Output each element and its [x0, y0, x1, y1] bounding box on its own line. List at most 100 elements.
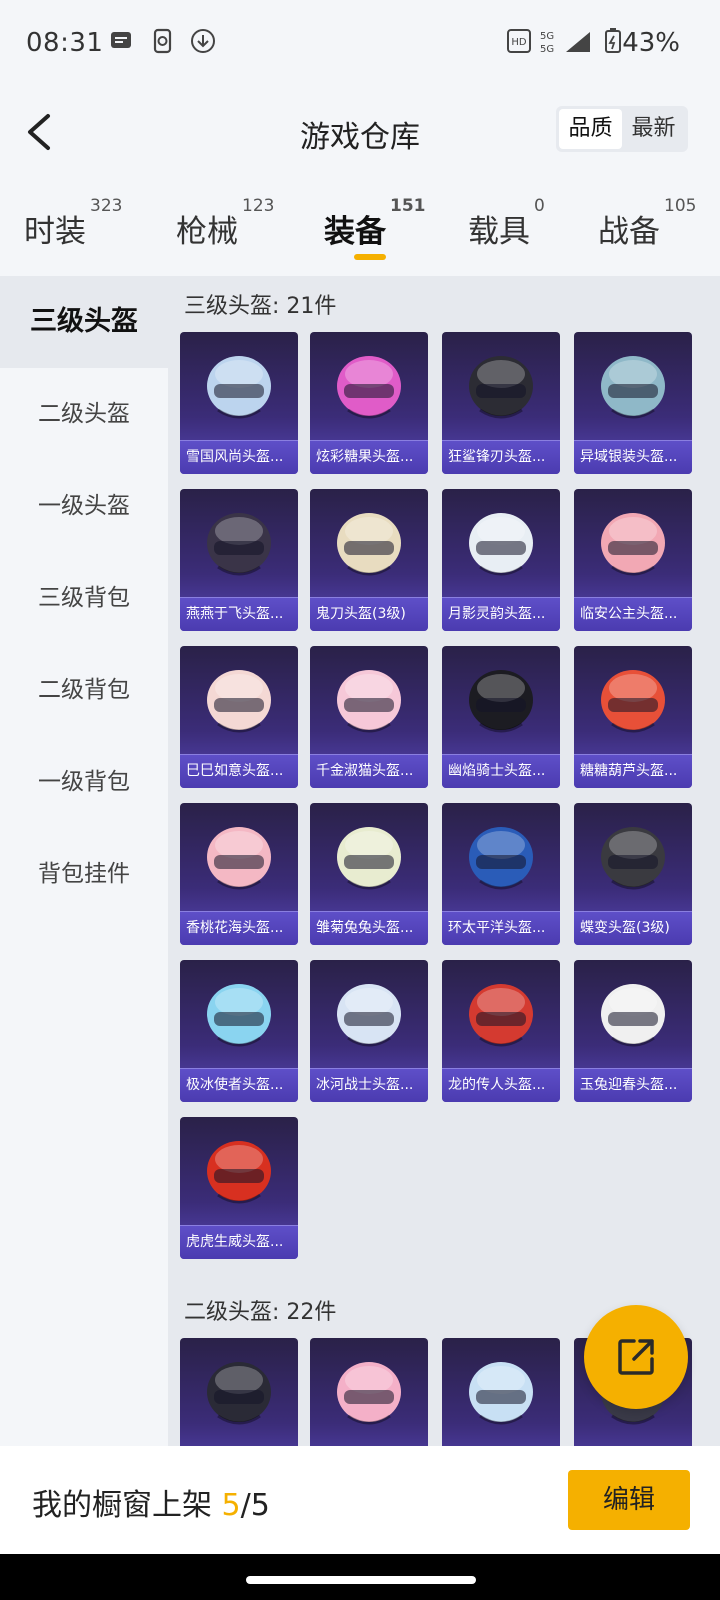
- showcase-total: /5: [240, 1488, 270, 1523]
- hd-icon: HD: [507, 29, 531, 53]
- tab-fashion[interactable]: 时装323: [24, 196, 122, 251]
- item-card[interactable]: 炫彩糖果头盔...: [310, 332, 428, 474]
- share-external-icon: [618, 1339, 654, 1375]
- item-card[interactable]: 环太平洋头盔...: [442, 803, 560, 945]
- section-title: 三级头盔: 21件: [184, 294, 337, 319]
- tab-count: 0: [534, 196, 545, 216]
- item-card[interactable]: 鬼刀头盔(3级): [310, 489, 428, 631]
- category-tabs: 时装323 枪械123 装备151 载具0 战备105: [0, 190, 720, 272]
- svg-text:5G: 5G: [540, 31, 554, 42]
- bottom-bar: 我的橱窗上架 5/5 编辑: [0, 1446, 720, 1554]
- message-icon: [111, 32, 131, 48]
- item-card[interactable]: 冰河战士头盔...: [310, 960, 428, 1102]
- item-name: 鬼刀头盔(3级): [316, 606, 406, 622]
- item-card[interactable]: 异域银装头盔...: [574, 332, 692, 474]
- edit-button[interactable]: 编辑: [568, 1470, 690, 1530]
- helmet-icon: [207, 356, 271, 419]
- helmet-icon: [601, 827, 665, 890]
- helmet-icon: [601, 984, 665, 1047]
- item-card[interactable]: 香桃花海头盔...: [180, 803, 298, 945]
- home-handle[interactable]: [246, 1576, 476, 1584]
- signal-5g-icon: 5G5G: [540, 31, 590, 54]
- item-name: 极冰使者头盔...: [186, 1077, 284, 1093]
- item-card[interactable]: 玉兔迎春头盔...: [574, 960, 692, 1102]
- helmet-icon: [207, 670, 271, 733]
- item-grid: 三级头盔: 21件雪国风尚头盔... 炫彩糖果头盔... 狂鲨锋刃头盔... 异域银装…: [168, 276, 720, 1446]
- sidebar-item-level3-backpack[interactable]: 三级背包: [0, 552, 168, 644]
- item-card[interactable]: 临安公主头盔...: [574, 489, 692, 631]
- helmet-icon: [469, 984, 533, 1047]
- helmet-icon: [469, 356, 533, 419]
- tab-supplies[interactable]: 战备105: [598, 196, 696, 251]
- helmet-icon: [207, 827, 271, 890]
- tab-count: 105: [664, 196, 697, 216]
- sidebar-item-level2-backpack[interactable]: 二级背包: [0, 644, 168, 736]
- tab-count: 323: [90, 196, 123, 216]
- item-name: 冰河战士头盔...: [316, 1077, 414, 1093]
- helmet-icon: [337, 1362, 401, 1425]
- sort-latest-button[interactable]: 最新: [622, 109, 685, 149]
- download-icon: [191, 29, 215, 53]
- tab-firearms[interactable]: 枪械123: [176, 196, 274, 251]
- item-name: 雏菊兔兔头盔...: [316, 920, 414, 936]
- item-card[interactable]: 燕燕于飞头盔...: [180, 489, 298, 631]
- helmet-icon: [337, 356, 401, 419]
- item-name: 燕燕于飞头盔...: [186, 606, 284, 622]
- sidebar-item-level1-helmet[interactable]: 一级头盔: [0, 460, 168, 552]
- showcase-current: 5: [221, 1488, 241, 1523]
- status-bar: 08:31 HD 5G 5G 43%: [0, 0, 720, 90]
- helmet-icon: [469, 1362, 533, 1425]
- sidebar-item-level1-backpack[interactable]: 一级背包: [0, 736, 168, 828]
- helmet-icon: [337, 827, 401, 890]
- item-name: 玉兔迎春头盔...: [580, 1077, 678, 1093]
- tab-count: 151: [390, 196, 426, 216]
- item-name: 异域银装头盔...: [580, 449, 678, 465]
- helmet-icon: [469, 513, 533, 576]
- helmet-icon: [601, 356, 665, 419]
- tab-count: 123: [242, 196, 275, 216]
- item-card[interactable]: 月影灵韵头盔...: [442, 489, 560, 631]
- helmet-icon: [207, 984, 271, 1047]
- helmet-icon: [337, 670, 401, 733]
- helmet-icon: [337, 984, 401, 1047]
- svg-text:5G: 5G: [540, 44, 554, 54]
- item-card[interactable]: 虎虎生威头盔...: [180, 1117, 298, 1259]
- sidebar-item-level3-helmet[interactable]: 三级头盔: [0, 276, 168, 368]
- item-card[interactable]: [310, 1338, 428, 1446]
- share-fab[interactable]: [584, 1305, 688, 1409]
- helmet-icon: [207, 1141, 271, 1204]
- item-card[interactable]: 极冰使者头盔...: [180, 960, 298, 1102]
- item-card[interactable]: 雪国风尚头盔...: [180, 332, 298, 474]
- item-name: 糖糖葫芦头盔...: [580, 763, 678, 779]
- item-name: 狂鲨锋刃头盔...: [448, 449, 546, 465]
- sidebar-item-level2-helmet[interactable]: 二级头盔: [0, 368, 168, 460]
- item-card[interactable]: 糖糖葫芦头盔...: [574, 646, 692, 788]
- svg-text:HD: HD: [511, 37, 527, 48]
- item-name: 炫彩糖果头盔...: [316, 449, 414, 465]
- item-card[interactable]: 幽焰骑士头盔...: [442, 646, 560, 788]
- tab-equipment[interactable]: 装备151: [324, 196, 426, 251]
- item-name: 蝶变头盔(3级): [580, 920, 670, 936]
- tab-indicator: [354, 254, 386, 260]
- sort-quality-button[interactable]: 品质: [559, 109, 622, 149]
- item-name: 临安公主头盔...: [580, 606, 678, 622]
- item-card[interactable]: [442, 1338, 560, 1446]
- sidebar: 三级头盔 二级头盔 一级头盔 三级背包 二级背包 一级背包 背包挂件: [0, 276, 168, 1446]
- item-card[interactable]: 雏菊兔兔头盔...: [310, 803, 428, 945]
- item-card[interactable]: [180, 1338, 298, 1446]
- header: 游戏仓库 品质 最新: [0, 90, 720, 180]
- item-card[interactable]: 龙的传人头盔...: [442, 960, 560, 1102]
- item-card[interactable]: 巳巳如意头盔...: [180, 646, 298, 788]
- item-card[interactable]: 千金淑猫头盔...: [310, 646, 428, 788]
- item-card[interactable]: 狂鲨锋刃头盔...: [442, 332, 560, 474]
- helmet-icon: [469, 827, 533, 890]
- helmet-icon: [469, 670, 533, 733]
- sort-toggle: 品质 最新: [556, 106, 688, 152]
- item-name: 幽焰骑士头盔...: [448, 763, 546, 779]
- phone-sync-icon: [153, 28, 172, 54]
- item-card[interactable]: 蝶变头盔(3级): [574, 803, 692, 945]
- item-name: 香桃花海头盔...: [186, 920, 284, 936]
- sidebar-item-backpack-charm[interactable]: 背包挂件: [0, 828, 168, 920]
- item-name: 巳巳如意头盔...: [186, 763, 284, 779]
- tab-vehicles[interactable]: 载具0: [468, 196, 545, 251]
